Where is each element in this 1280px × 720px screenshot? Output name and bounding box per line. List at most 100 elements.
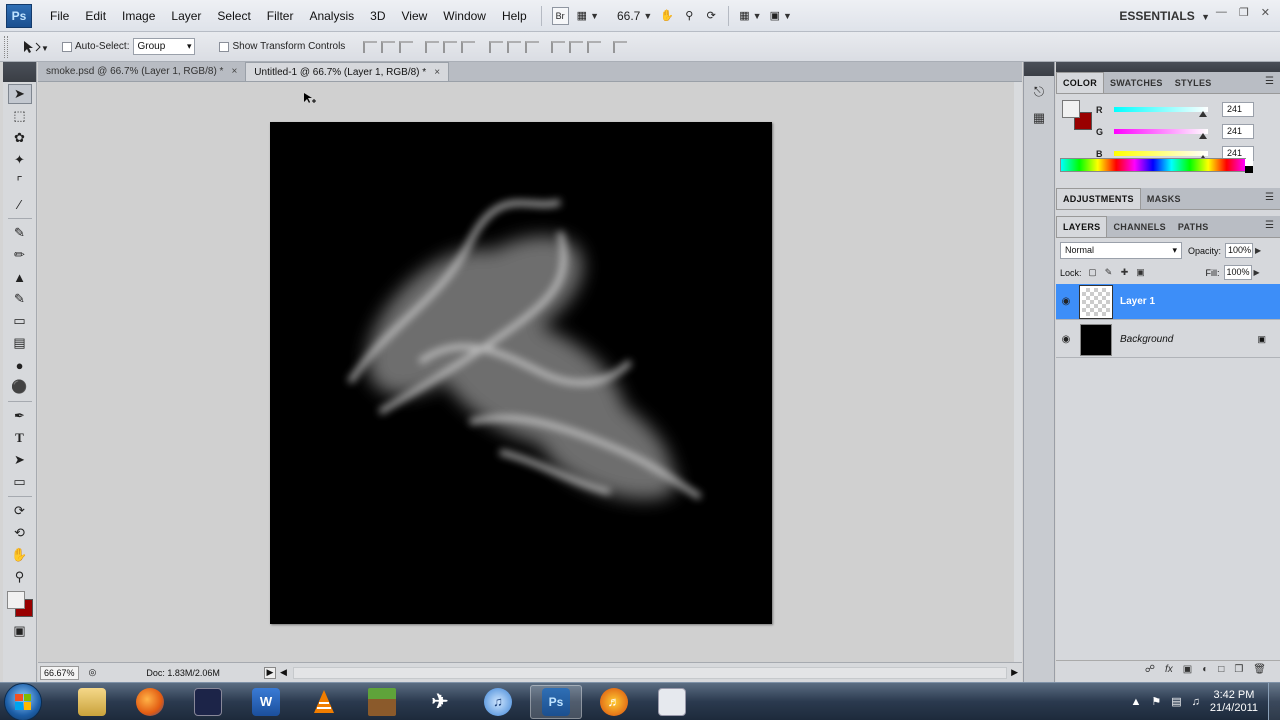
3d-orbit-tool[interactable]: ⟲ xyxy=(8,523,32,543)
canvas-workspace[interactable] xyxy=(38,82,1014,662)
foreground-color-swatch[interactable] xyxy=(1062,100,1080,118)
tab-untitled-1[interactable]: Untitled-1 @ 66.7% (Layer 1, RGB/8) * × xyxy=(245,62,450,81)
distribute-right-icon[interactable] xyxy=(587,40,602,53)
network-icon[interactable]: ▤ xyxy=(1171,695,1181,708)
tab-adjustments[interactable]: ADJUSTMENTS xyxy=(1056,188,1141,209)
flag-icon[interactable]: ⚑ xyxy=(1151,695,1161,708)
quick-mask-button[interactable]: ▣ xyxy=(8,621,32,641)
tab-swatches[interactable]: SWATCHES xyxy=(1104,73,1169,93)
slider-thumb[interactable] xyxy=(1198,133,1207,139)
restore-icon[interactable]: ❐ xyxy=(1239,6,1249,19)
eye-icon[interactable]: ◉ xyxy=(1056,334,1076,345)
minimize-icon[interactable]: — xyxy=(1216,6,1227,19)
history-brush-tool[interactable]: ✎ xyxy=(8,289,32,309)
view-extras-button[interactable]: ▦ ▼ xyxy=(573,5,603,27)
triangle-right-icon[interactable]: ▶ xyxy=(1254,268,1260,277)
adjustment-layer-icon[interactable]: ◐ xyxy=(1202,664,1208,675)
document-canvas[interactable] xyxy=(270,122,772,624)
lock-pixels-icon[interactable]: ✎ xyxy=(1104,267,1114,278)
menu-view[interactable]: View xyxy=(393,0,435,32)
marquee-tool[interactable]: ⬚ xyxy=(8,106,32,126)
bridge-button[interactable]: Br xyxy=(548,5,573,27)
start-button[interactable] xyxy=(4,682,42,720)
add-mask-icon[interactable]: ▣ xyxy=(1183,664,1192,675)
3d-rotate-tool[interactable]: ⟳ xyxy=(8,501,32,521)
menu-select[interactable]: Select xyxy=(209,0,258,32)
distribute-top-icon[interactable] xyxy=(489,40,504,53)
menu-3d[interactable]: 3D xyxy=(362,0,393,32)
pen-tool[interactable]: ✒ xyxy=(8,406,32,426)
blur-tool[interactable]: ● xyxy=(8,355,32,375)
slider-value-field[interactable]: 241 xyxy=(1222,124,1254,139)
gradient-tool[interactable]: ▤ xyxy=(8,333,32,353)
color-slider-track[interactable] xyxy=(1114,107,1208,117)
workspace-switcher[interactable]: ESSENTIALS ▼ xyxy=(1119,0,1210,33)
taskbar-window-app[interactable] xyxy=(646,685,698,719)
taskbar-game[interactable] xyxy=(182,685,234,719)
taskbar-clock[interactable]: 3:42 PM 21/4/2011 xyxy=(1210,689,1258,715)
align-top-icon[interactable] xyxy=(363,40,378,53)
menu-window[interactable]: Window xyxy=(435,0,494,32)
brush-tool[interactable]: ✏ xyxy=(8,245,32,265)
menu-analysis[interactable]: Analysis xyxy=(301,0,362,32)
zoom-level-select[interactable]: 66.7 ▼ xyxy=(613,5,656,27)
scroll-right-icon[interactable]: ▶ xyxy=(1011,667,1018,678)
color-spectrum-bar[interactable] xyxy=(1060,158,1253,173)
layer-row-background[interactable]: ◉ Background ▣ xyxy=(1056,322,1280,358)
lock-all-icon[interactable]: ▣ xyxy=(1136,267,1146,278)
auto-select-checkbox[interactable] xyxy=(62,41,75,53)
link-layers-icon[interactable]: ☍ xyxy=(1145,664,1155,675)
taskbar-itunes[interactable]: ♫ xyxy=(472,685,524,719)
taskbar-vlc[interactable] xyxy=(298,685,350,719)
zoom-tool-button[interactable]: ⚲ xyxy=(678,5,700,27)
blend-mode-select[interactable]: Normal xyxy=(1060,242,1182,259)
distribute-bottom-icon[interactable] xyxy=(525,40,540,53)
tab-styles[interactable]: STYLES xyxy=(1169,73,1218,93)
panel-menu-icon[interactable]: ☰ xyxy=(1265,192,1274,203)
path-selection-tool[interactable]: ➤ xyxy=(8,450,32,470)
align-vcenter-icon[interactable] xyxy=(381,40,396,53)
layer-style-icon[interactable]: fx xyxy=(1165,664,1173,675)
show-transform-checkbox[interactable] xyxy=(219,41,232,53)
dock-header[interactable] xyxy=(1024,62,1054,76)
close-icon[interactable]: ✕ xyxy=(1261,6,1270,19)
clone-stamp-tool[interactable]: ▲ xyxy=(8,267,32,287)
vertical-scrollbar[interactable] xyxy=(1014,82,1022,662)
align-bottom-icon[interactable] xyxy=(399,40,414,53)
show-hidden-icons[interactable]: ▲ xyxy=(1130,696,1141,708)
panel-menu-icon[interactable]: ☰ xyxy=(1265,76,1274,87)
auto-align-icon[interactable] xyxy=(613,40,628,53)
trash-icon[interactable]: 🗑 xyxy=(1253,664,1266,675)
taskbar-minecraft[interactable] xyxy=(356,685,408,719)
taskbar-firefox[interactable] xyxy=(124,685,176,719)
eyedropper-tool[interactable]: ⁄ xyxy=(8,194,32,214)
arrange-documents-button[interactable]: ▦ ▼ xyxy=(735,5,765,27)
screen-mode-button[interactable]: ▣ ▼ xyxy=(766,5,796,27)
tab-color[interactable]: COLOR xyxy=(1056,72,1104,93)
close-icon[interactable]: × xyxy=(231,62,237,81)
crop-tool[interactable]: ⌜ xyxy=(8,172,32,192)
color-slider-track[interactable] xyxy=(1114,151,1208,161)
tools-panel-header[interactable] xyxy=(3,62,36,82)
menu-file[interactable]: File xyxy=(42,0,77,32)
auto-select-dropdown[interactable]: Group xyxy=(133,38,196,55)
shape-tool[interactable]: ▭ xyxy=(8,472,32,492)
align-left-icon[interactable] xyxy=(425,40,440,53)
taskbar-airplane-app[interactable]: ✈ xyxy=(414,685,466,719)
new-layer-icon[interactable]: ❐ xyxy=(1234,664,1243,675)
color-slider-track[interactable] xyxy=(1114,129,1208,139)
distribute-vcenter-icon[interactable] xyxy=(507,40,522,53)
align-hcenter-icon[interactable] xyxy=(443,40,458,53)
status-menu-button[interactable]: ▶ xyxy=(263,666,276,679)
eraser-tool[interactable]: ▭ xyxy=(8,311,32,331)
tab-channels[interactable]: CHANNELS xyxy=(1107,217,1171,237)
slider-value-field[interactable]: 241 xyxy=(1222,102,1254,117)
lasso-tool[interactable]: ✿ xyxy=(8,128,32,148)
fill-field[interactable]: 100% xyxy=(1223,265,1252,280)
show-desktop-button[interactable] xyxy=(1268,682,1280,720)
eye-icon[interactable]: ◉ xyxy=(1056,296,1076,307)
lock-transparency-icon[interactable]: ▢ xyxy=(1088,267,1098,278)
distribute-left-icon[interactable] xyxy=(551,40,566,53)
close-icon[interactable]: × xyxy=(434,63,440,81)
menu-image[interactable]: Image xyxy=(114,0,163,32)
